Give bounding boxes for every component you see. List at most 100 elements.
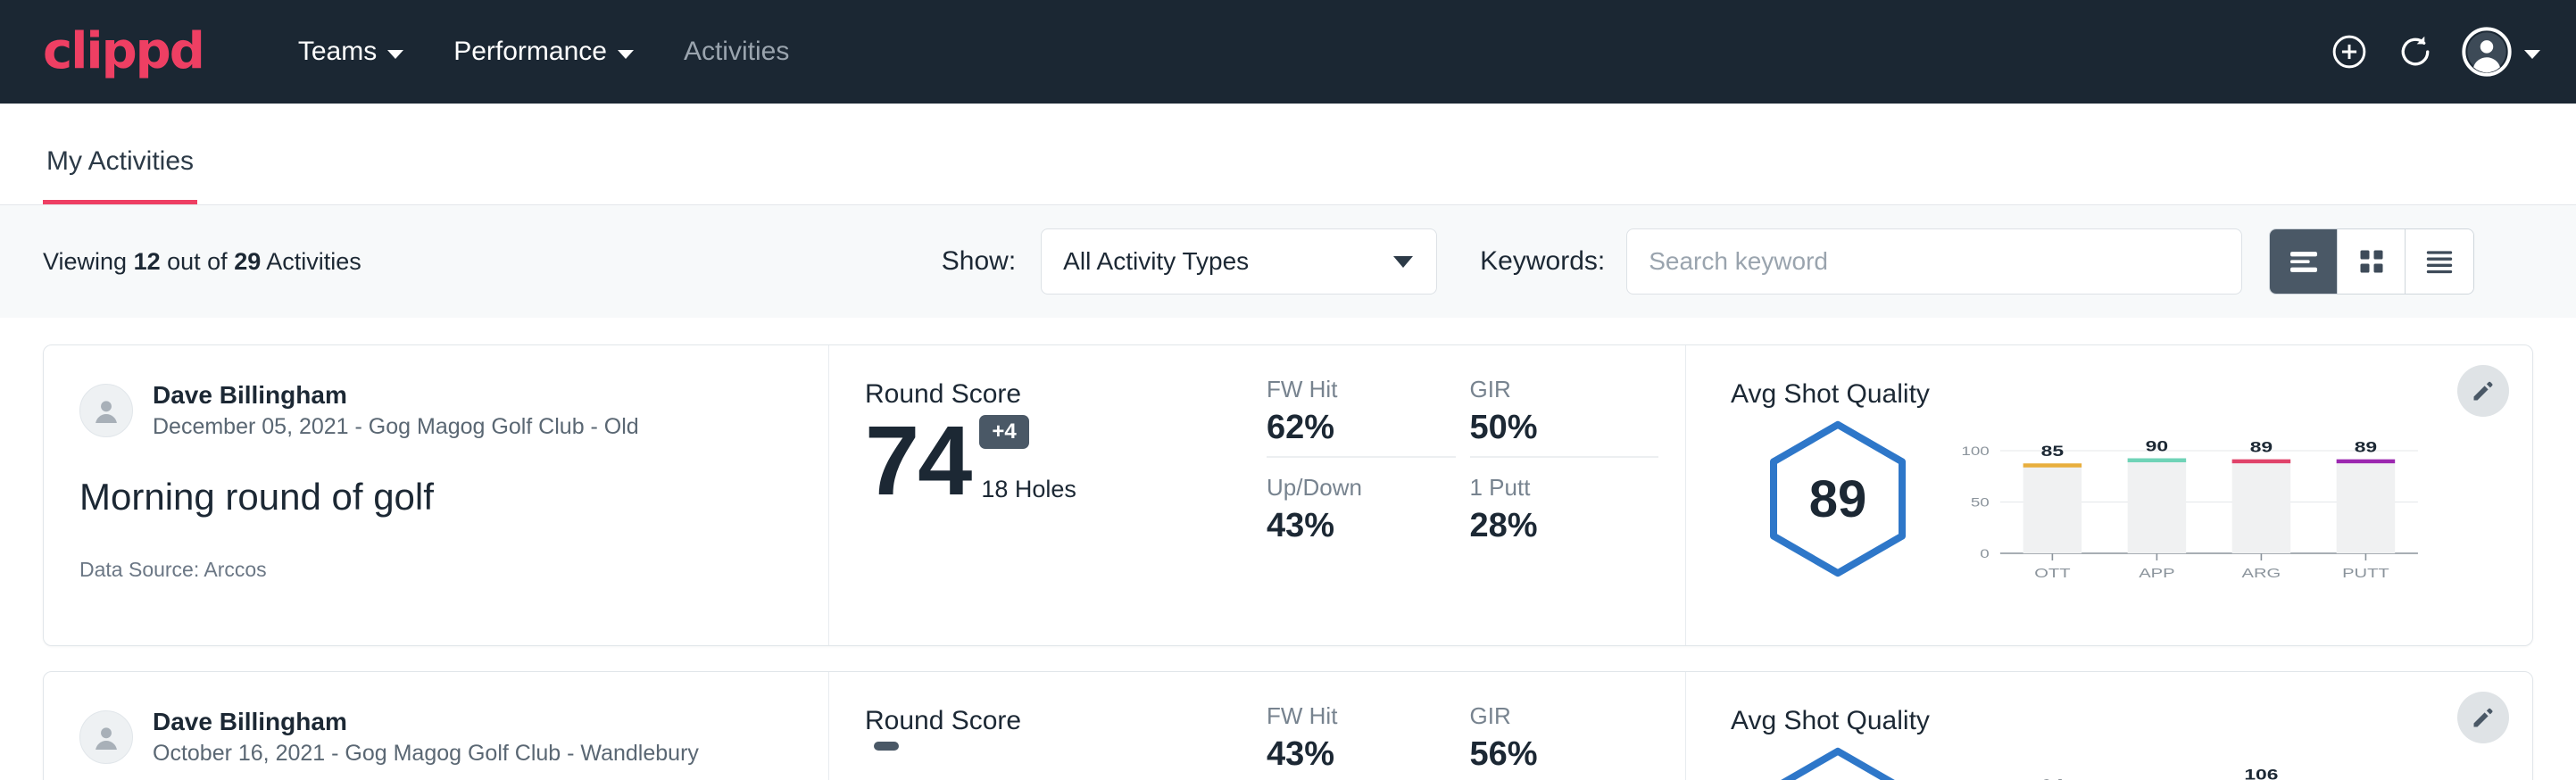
avg-shot-quality-body: 89 05010085OTT90APP89ARG89PUTT bbox=[1731, 415, 2532, 593]
stat-gir: GIR 50% bbox=[1470, 376, 1659, 458]
edit-activity-button[interactable] bbox=[2457, 365, 2509, 417]
avg-shot-quality-label: Avg Shot Quality bbox=[1731, 706, 2532, 736]
activity-stats-grid: FW Hit 62% GIR 50% Up/Down 43% 1 Putt 28… bbox=[1267, 345, 1686, 645]
svg-text:50: 50 bbox=[1971, 495, 1990, 510]
svg-text:0: 0 bbox=[1980, 546, 1989, 560]
svg-text:APP: APP bbox=[2139, 565, 2174, 580]
stat-fw-hit-label: FW Hit bbox=[1267, 702, 1456, 730]
activity-info-column: Dave Billingham October 16, 2021 - Gog M… bbox=[44, 672, 829, 780]
viewing-count: 12 bbox=[134, 248, 161, 275]
avatar bbox=[79, 710, 133, 764]
score-to-par-badge bbox=[874, 742, 899, 751]
hexagon-score bbox=[1766, 747, 1909, 780]
refresh-icon[interactable] bbox=[2396, 32, 2435, 71]
stat-fw-hit-label: FW Hit bbox=[1267, 376, 1456, 403]
shot-quality-bar-chart: 05010094OTT82APP106ARG87PUTT bbox=[1945, 742, 2532, 780]
stat-fw-hit-value: 62% bbox=[1267, 409, 1456, 447]
nav-item-teams[interactable]: Teams bbox=[273, 28, 428, 76]
stat-gir-label: GIR bbox=[1470, 376, 1659, 403]
activity-card[interactable]: Dave Billingham December 05, 2021 - Gog … bbox=[43, 344, 2533, 646]
activity-meta: October 16, 2021 - Gog Magog Golf Club -… bbox=[153, 739, 699, 768]
activity-card[interactable]: Dave Billingham October 16, 2021 - Gog M… bbox=[43, 671, 2533, 780]
activity-author: Dave Billingham October 16, 2021 - Gog M… bbox=[79, 706, 793, 768]
avg-shot-quality-value: 89 bbox=[1766, 420, 1909, 577]
stat-up-down: Up/Down 43% bbox=[1267, 474, 1456, 554]
chevron-down-icon bbox=[618, 50, 634, 59]
round-score-side bbox=[865, 742, 899, 770]
account-menu[interactable] bbox=[2462, 27, 2540, 77]
svg-text:ARG: ARG bbox=[2242, 565, 2281, 580]
stat-fw-hit-value: 43% bbox=[1267, 735, 1456, 774]
activity-author: Dave Billingham December 05, 2021 - Gog … bbox=[79, 379, 793, 442]
chevron-down-icon bbox=[2524, 50, 2540, 59]
round-score-row: 74 +4 18 Holes bbox=[865, 415, 1267, 509]
svg-text:100: 100 bbox=[1961, 444, 1989, 458]
activity-stats-grid: FW Hit 43% GIR 56% bbox=[1267, 672, 1686, 780]
svg-text:85: 85 bbox=[2041, 444, 2064, 461]
tab-bar: My Activities bbox=[0, 104, 2576, 205]
clippd-logo[interactable]: clippd bbox=[43, 27, 204, 77]
add-icon[interactable] bbox=[2330, 32, 2369, 71]
round-score-value: 74 bbox=[865, 415, 970, 509]
bar-chart-svg: 05010094OTT82APP106ARG87PUTT bbox=[1945, 751, 2425, 780]
round-score-label: Round Score bbox=[865, 379, 1267, 410]
avg-shot-quality-label: Avg Shot Quality bbox=[1731, 379, 2532, 410]
top-navigation-bar: clippd Teams Performance Activities bbox=[0, 0, 2576, 104]
hexagon-score-wrap bbox=[1731, 742, 1945, 780]
avg-shot-quality-value bbox=[1766, 747, 1909, 780]
shot-quality-bar-chart: 05010085OTT90APP89ARG89PUTT bbox=[1945, 415, 2532, 593]
stat-one-putt: 1 Putt 28% bbox=[1470, 474, 1659, 554]
round-score-column: Round Score bbox=[829, 672, 1267, 780]
stat-up-down-value: 43% bbox=[1267, 507, 1456, 545]
pencil-icon bbox=[2470, 704, 2497, 731]
avatar-icon bbox=[2462, 27, 2512, 77]
pencil-icon bbox=[2470, 378, 2497, 404]
nav-item-teams-label: Teams bbox=[298, 37, 377, 67]
stat-fw-hit: FW Hit 43% bbox=[1267, 702, 1456, 780]
view-mode-toggle-group bbox=[2269, 228, 2474, 295]
stat-one-putt-value: 28% bbox=[1470, 507, 1659, 545]
nav-item-performance[interactable]: Performance bbox=[428, 28, 659, 76]
hexagon-score: 89 bbox=[1766, 420, 1909, 577]
list-view-icon[interactable] bbox=[2270, 229, 2338, 294]
viewing-total: 29 bbox=[234, 248, 261, 275]
svg-text:OTT: OTT bbox=[2034, 565, 2070, 580]
search-input[interactable] bbox=[1626, 228, 2242, 295]
activity-info-column: Dave Billingham December 05, 2021 - Gog … bbox=[44, 345, 829, 645]
stat-gir: GIR 56% bbox=[1470, 702, 1659, 780]
svg-text:94: 94 bbox=[2041, 777, 2065, 780]
nav-item-activities[interactable]: Activities bbox=[659, 28, 814, 76]
activity-card-list: Dave Billingham December 05, 2021 - Gog … bbox=[0, 318, 2576, 780]
nav-item-activities-label: Activities bbox=[684, 37, 789, 67]
grid-view-icon[interactable] bbox=[2338, 229, 2406, 294]
chevron-down-icon bbox=[387, 50, 403, 59]
holes-label: 18 Holes bbox=[981, 476, 1076, 503]
stat-one-putt-label: 1 Putt bbox=[1470, 474, 1659, 502]
nav-item-performance-label: Performance bbox=[453, 37, 607, 67]
edit-activity-button[interactable] bbox=[2457, 692, 2509, 743]
svg-text:90: 90 bbox=[2146, 438, 2168, 455]
svg-text:89: 89 bbox=[2250, 439, 2273, 456]
activity-data-source: Data Source: Arccos bbox=[79, 558, 793, 582]
stat-gir-value: 56% bbox=[1470, 735, 1659, 774]
compact-view-icon[interactable] bbox=[2406, 229, 2473, 294]
filter-bar: Viewing 12 out of 29 Activities Show: Al… bbox=[0, 205, 2576, 318]
primary-nav: Teams Performance Activities bbox=[273, 28, 814, 76]
show-label: Show: bbox=[942, 246, 1016, 277]
bar-chart-svg: 05010085OTT90APP89ARG89PUTT bbox=[1945, 424, 2425, 589]
activity-type-select-value: All Activity Types bbox=[1063, 247, 1249, 276]
chevron-down-icon bbox=[1393, 256, 1413, 268]
tab-my-activities[interactable]: My Activities bbox=[43, 146, 197, 204]
activity-title: Morning round of golf bbox=[79, 476, 793, 519]
viewing-prefix: Viewing bbox=[43, 248, 134, 275]
viewing-mid: out of bbox=[161, 248, 235, 275]
author-name: Dave Billingham bbox=[153, 379, 639, 411]
hexagon-score-wrap: 89 bbox=[1731, 415, 1945, 577]
round-score-column: Round Score 74 +4 18 Holes bbox=[829, 345, 1267, 645]
keywords-label: Keywords: bbox=[1480, 246, 1605, 277]
activity-type-select[interactable]: All Activity Types bbox=[1041, 228, 1437, 295]
stat-fw-hit: FW Hit 62% bbox=[1267, 376, 1456, 458]
viewing-suffix: Activities bbox=[261, 248, 361, 275]
svg-text:PUTT: PUTT bbox=[2342, 565, 2389, 580]
author-name: Dave Billingham bbox=[153, 706, 699, 737]
